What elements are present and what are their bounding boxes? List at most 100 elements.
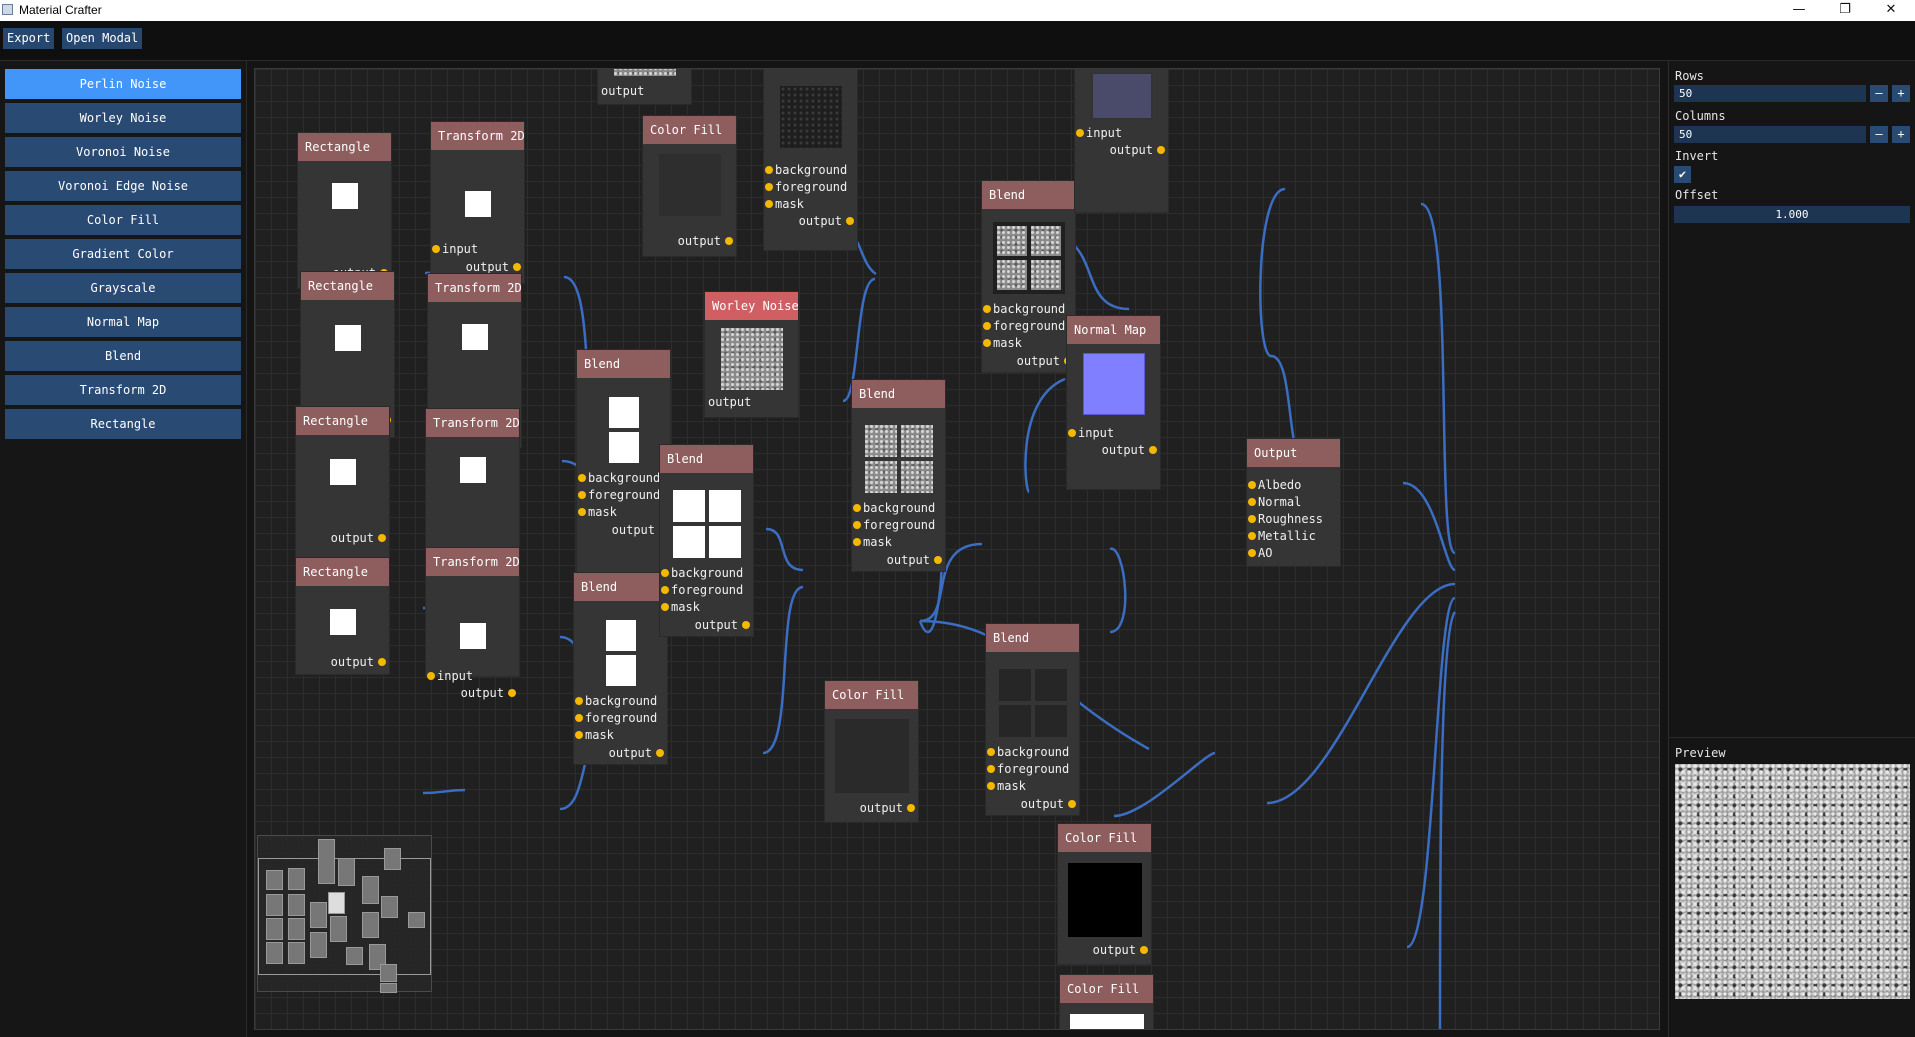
- rows-input[interactable]: 50: [1674, 85, 1866, 102]
- output-port[interactable]: output: [612, 523, 667, 537]
- port-dot[interactable]: [1248, 498, 1256, 506]
- port-dot[interactable]: [742, 621, 750, 629]
- transform-2d-node[interactable]: Transform 2D input output: [425, 547, 520, 700]
- port-dot[interactable]: [765, 200, 773, 208]
- output-port[interactable]: output: [1102, 443, 1157, 457]
- palette-perlin-noise[interactable]: Perlin Noise: [5, 69, 241, 99]
- port-dot[interactable]: [575, 731, 583, 739]
- output-port[interactable]: output: [708, 395, 751, 409]
- normal-map-node[interactable]: Normal Map input output: [1066, 315, 1161, 490]
- palette-grayscale[interactable]: Grayscale: [5, 273, 241, 303]
- close-button[interactable]: ✕: [1868, 0, 1914, 21]
- blend-node[interactable]: Blend background foreground mask output: [851, 379, 946, 572]
- input-port[interactable]: foreground: [575, 711, 657, 725]
- palette-voronoi-noise[interactable]: Voronoi Noise: [5, 137, 241, 167]
- blend-node[interactable]: Blend background foreground mask output: [659, 444, 754, 637]
- output-port[interactable]: output: [860, 801, 915, 815]
- blend-node[interactable]: background foreground mask output: [763, 69, 858, 251]
- export-button[interactable]: Export: [3, 28, 55, 49]
- color-fill-node[interactable]: Color Fill output: [824, 680, 919, 823]
- worley-noise-node[interactable]: Worley Noise output: [704, 291, 799, 418]
- output-port[interactable]: output: [331, 531, 386, 545]
- port-dot[interactable]: [1149, 446, 1157, 454]
- minimap[interactable]: [257, 835, 432, 993]
- output-port[interactable]: output: [331, 655, 386, 669]
- input-port[interactable]: background: [853, 501, 935, 515]
- port-dot[interactable]: [725, 237, 733, 245]
- rectangle-node[interactable]: Rectangle output: [297, 132, 392, 289]
- port-dot[interactable]: [575, 714, 583, 722]
- node-partial[interactable]: output: [597, 69, 692, 105]
- port-dot[interactable]: [513, 263, 521, 271]
- blend-node[interactable]: Blend background foreground mask output: [573, 572, 668, 765]
- input-port[interactable]: mask: [661, 600, 700, 614]
- input-port[interactable]: input: [1076, 126, 1122, 140]
- input-port[interactable]: background: [661, 566, 743, 580]
- output-port[interactable]: output: [601, 84, 644, 98]
- palette-voronoi-edge-noise[interactable]: Voronoi Edge Noise: [5, 171, 241, 201]
- invert-checkbox[interactable]: ✔: [1674, 166, 1691, 183]
- port-dot[interactable]: [987, 748, 995, 756]
- port-dot[interactable]: [1157, 146, 1165, 154]
- palette-gradient-color[interactable]: Gradient Color: [5, 239, 241, 269]
- output-port[interactable]: output: [1110, 143, 1165, 157]
- port-dot[interactable]: [853, 521, 861, 529]
- node-graph-canvas[interactable]: Rectangle output Rectangle output Rectan…: [254, 68, 1660, 1030]
- port-dot[interactable]: [661, 586, 669, 594]
- palette-blend[interactable]: Blend: [5, 341, 241, 371]
- color-fill-node[interactable]: Color Fill: [1059, 974, 1154, 1029]
- port-dot[interactable]: [432, 245, 440, 253]
- input-port[interactable]: background: [578, 471, 660, 485]
- port-dot[interactable]: [661, 569, 669, 577]
- rows-increment-button[interactable]: +: [1892, 85, 1910, 102]
- albedo-port[interactable]: Albedo: [1248, 478, 1301, 492]
- port-dot[interactable]: [661, 603, 669, 611]
- node-partial[interactable]: input output: [1074, 69, 1169, 213]
- output-port[interactable]: output: [678, 234, 733, 248]
- output-port[interactable]: output: [1017, 354, 1072, 368]
- output-port[interactable]: output: [1093, 943, 1148, 957]
- output-port[interactable]: output: [887, 553, 942, 567]
- minimize-button[interactable]: —: [1776, 0, 1822, 21]
- blend-node[interactable]: Blend background foreground mask output: [981, 180, 1076, 373]
- input-port[interactable]: background: [987, 745, 1069, 759]
- metallic-port[interactable]: Metallic: [1248, 529, 1316, 543]
- palette-normal-map[interactable]: Normal Map: [5, 307, 241, 337]
- output-port[interactable]: output: [799, 214, 854, 228]
- input-port[interactable]: mask: [578, 505, 617, 519]
- input-port[interactable]: background: [765, 163, 847, 177]
- port-dot[interactable]: [907, 804, 915, 812]
- port-dot[interactable]: [575, 697, 583, 705]
- input-port[interactable]: mask: [575, 728, 614, 742]
- palette-transform-2d[interactable]: Transform 2D: [5, 375, 241, 405]
- color-fill-node[interactable]: Color Fill output: [1057, 823, 1152, 965]
- port-dot[interactable]: [765, 166, 773, 174]
- color-fill-node[interactable]: Color Fill output: [642, 115, 737, 257]
- port-dot[interactable]: [1076, 129, 1084, 137]
- port-dot[interactable]: [1248, 532, 1256, 540]
- port-dot[interactable]: [765, 183, 773, 191]
- palette-worley-noise[interactable]: Worley Noise: [5, 103, 241, 133]
- port-dot[interactable]: [987, 782, 995, 790]
- port-dot[interactable]: [1248, 515, 1256, 523]
- input-port[interactable]: mask: [765, 197, 804, 211]
- port-dot[interactable]: [846, 217, 854, 225]
- port-dot[interactable]: [1140, 946, 1148, 954]
- port-dot[interactable]: [656, 749, 664, 757]
- transform-2d-node[interactable]: Transform 2D input output: [430, 121, 525, 284]
- normal-port[interactable]: Normal: [1248, 495, 1301, 509]
- port-dot[interactable]: [578, 491, 586, 499]
- port-dot[interactable]: [1248, 481, 1256, 489]
- offset-slider[interactable]: 1.000: [1674, 206, 1910, 223]
- input-port[interactable]: mask: [987, 779, 1026, 793]
- input-port[interactable]: input: [427, 669, 473, 683]
- rows-decrement-button[interactable]: –: [1870, 85, 1888, 102]
- port-dot[interactable]: [427, 672, 435, 680]
- palette-rectangle[interactable]: Rectangle: [5, 409, 241, 439]
- port-dot[interactable]: [378, 658, 386, 666]
- port-dot[interactable]: [578, 508, 586, 516]
- input-port[interactable]: foreground: [765, 180, 847, 194]
- input-port[interactable]: mask: [983, 336, 1022, 350]
- input-port[interactable]: background: [983, 302, 1065, 316]
- blend-node[interactable]: Blend background foreground mask output: [576, 349, 671, 589]
